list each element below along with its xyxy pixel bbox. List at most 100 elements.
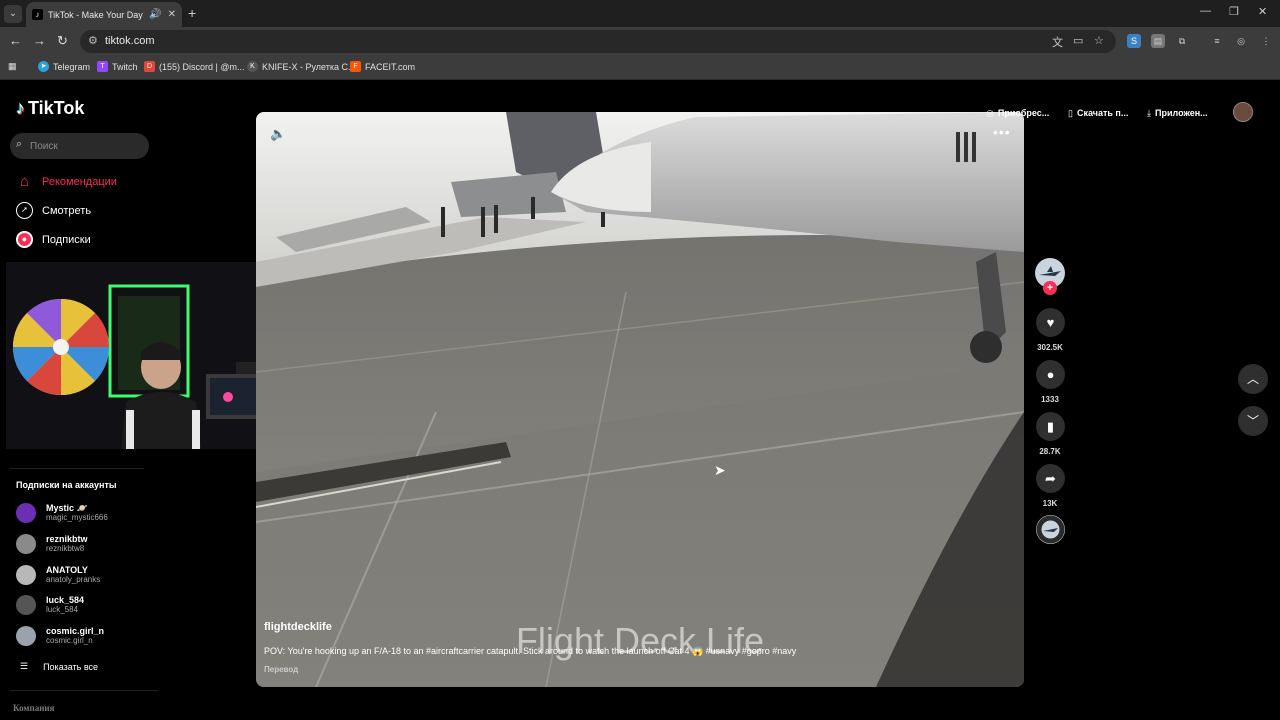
- twitch-icon: T: [97, 61, 108, 72]
- translate-button[interactable]: Перевод: [264, 665, 298, 674]
- bookmarks-bar: ▦ ➤ Telegram T Twitch D (155) Discord | @m.…: [0, 56, 1280, 80]
- account-item-anatoly[interactable]: ANATOLY anatoly_pranks: [16, 565, 100, 585]
- more-options-icon[interactable]: •••: [993, 124, 1011, 140]
- extension-s-icon[interactable]: S: [1127, 34, 1141, 48]
- reload-icon[interactable]: ↻: [57, 33, 68, 49]
- account-item-luck584[interactable]: luck_584 luck_584: [16, 595, 84, 615]
- account-handle: anatoly_pranks: [46, 575, 101, 584]
- browser-tab[interactable]: ♪ TikTok - Make Your Day 🔊 ✕: [26, 2, 182, 27]
- share-count: 13K: [1042, 499, 1058, 508]
- previous-video-button[interactable]: ︿: [1238, 364, 1268, 394]
- avatar: [16, 565, 36, 585]
- heart-icon: ♥: [1046, 315, 1055, 330]
- follow-plus-icon[interactable]: +: [1043, 281, 1057, 295]
- bookmark-faceit[interactable]: F FACEIT.com: [350, 61, 415, 72]
- mouse-cursor-icon: ➤: [714, 462, 726, 478]
- account-name: reznikbtw: [46, 534, 88, 544]
- site-info-icon[interactable]: ⚙: [88, 34, 98, 47]
- profile-icon[interactable]: ◎: [1234, 34, 1248, 48]
- cast-icon[interactable]: ▭: [1073, 34, 1083, 47]
- video-frame: [256, 112, 1024, 687]
- video-author[interactable]: flightdecklife: [264, 621, 332, 633]
- nav-recommendations[interactable]: ⌂ Рекомендации: [16, 173, 117, 190]
- search-icon: ⌕: [16, 138, 23, 150]
- phone-icon: ▯: [1068, 107, 1073, 118]
- divider: [10, 690, 158, 691]
- home-icon: ⌂: [19, 173, 30, 190]
- translate-icon[interactable]: 文: [1052, 34, 1063, 50]
- menu-kebab-icon[interactable]: ⋮: [1259, 34, 1273, 48]
- bookmark-icon: ▮: [1046, 419, 1055, 434]
- comment-button[interactable]: ●: [1036, 360, 1065, 389]
- bookmark-twitch[interactable]: T Twitch: [97, 61, 138, 72]
- like-button[interactable]: ♥: [1036, 308, 1065, 337]
- comment-count: 1333: [1041, 395, 1059, 404]
- extension-box-icon[interactable]: ▤: [1151, 34, 1165, 48]
- close-window-icon[interactable]: ✕: [1258, 5, 1267, 18]
- save-button[interactable]: ▮: [1036, 412, 1065, 441]
- speaker-icon[interactable]: 🔊: [149, 9, 161, 20]
- apps-grid-icon[interactable]: ▦: [8, 61, 17, 72]
- share-arrow-icon: ➦: [1045, 471, 1056, 486]
- planet-badge-icon: 🪐: [76, 503, 88, 513]
- share-button[interactable]: ➦: [1036, 464, 1065, 493]
- bookmark-telegram[interactable]: ➤ Telegram: [38, 61, 90, 72]
- chevron-up-icon: ︿: [1246, 372, 1259, 386]
- save-count: 28.7K: [1039, 447, 1061, 456]
- close-tab-icon[interactable]: ✕: [168, 9, 176, 20]
- account-item-reznikbtw[interactable]: reznikbtw reznikbtw8: [16, 534, 88, 554]
- avatar: [16, 503, 36, 523]
- video-player[interactable]: [256, 112, 1024, 687]
- minimize-icon[interactable]: —: [1200, 5, 1211, 17]
- forward-icon[interactable]: →: [33, 33, 46, 48]
- knife-x-icon: K: [247, 61, 258, 72]
- video-description: POV: You're hooking up an F/A-18 to an #…: [264, 646, 797, 656]
- app-button[interactable]: ⤓ Приложен...: [1147, 102, 1208, 124]
- tiktok-note-icon: ♪: [16, 98, 25, 118]
- browser-toolbar: ← → ↻ ⚙ tiktok.com 文 ▭ ☆ S ▤ ⧉ ≡ ◎ ⋮: [0, 27, 1280, 56]
- avatar: [16, 595, 36, 615]
- telegram-icon: ➤: [38, 61, 49, 72]
- account-item-mystic[interactable]: Mystic 🪐 magic_mystic666: [16, 503, 108, 523]
- search-box[interactable]: ⌕: [10, 133, 149, 159]
- divider: [10, 468, 144, 469]
- account-name: Mystic: [46, 503, 75, 513]
- bookmark-knife-x[interactable]: K KNIFE-X - Рулетка С...: [247, 61, 356, 72]
- search-input[interactable]: [30, 137, 140, 155]
- address-bar[interactable]: ⚙ tiktok.com 文 ▭ ☆: [80, 30, 1116, 53]
- restore-icon[interactable]: ❐: [1229, 5, 1239, 18]
- account-name: cosmic.girl_n: [46, 626, 105, 636]
- bookmark-star-icon[interactable]: ☆: [1094, 34, 1104, 47]
- reading-list-icon[interactable]: ≡: [1210, 34, 1224, 48]
- tab-search-icon[interactable]: ⌄: [4, 5, 22, 23]
- company-link[interactable]: Компания: [13, 703, 54, 713]
- nav-following[interactable]: ● Подписки: [16, 231, 91, 248]
- sound-disc-icon: [1036, 515, 1065, 544]
- compass-icon: ➚: [16, 202, 33, 219]
- tiktok-page: ♪ TikTok ⌕ ⌂ Рекомендации ➚ Смотреть ● П…: [0, 80, 1280, 720]
- music-disc[interactable]: [1036, 515, 1065, 544]
- discord-icon: D: [144, 61, 155, 72]
- comment-icon: ●: [1046, 367, 1055, 382]
- nav-explore[interactable]: ➚ Смотреть: [16, 202, 91, 219]
- chevron-down-icon: ﹀: [1246, 414, 1259, 428]
- back-icon[interactable]: ←: [9, 33, 22, 48]
- buy-coins-button[interactable]: ◎ Приобрес...: [986, 102, 1049, 124]
- show-all-button[interactable]: ☰ Показать все: [20, 661, 98, 672]
- account-handle: reznikbtw8: [46, 544, 85, 553]
- following-icon: ●: [16, 231, 33, 248]
- mute-icon[interactable]: 🔈: [270, 126, 286, 142]
- download-icon: ⤓: [1147, 107, 1151, 118]
- avatar: [16, 534, 36, 554]
- account-item-cosmic-girl[interactable]: cosmic.girl_n cosmic.girl_n: [16, 626, 104, 646]
- tiktok-logo[interactable]: ♪ TikTok: [16, 98, 84, 119]
- account-handle: cosmic.girl_n: [46, 636, 93, 645]
- user-avatar[interactable]: [1233, 102, 1253, 122]
- following-accounts-title: Подписки на аккаунты: [16, 480, 117, 490]
- browser-tab-strip: ⌄ ♪ TikTok - Make Your Day 🔊 ✕ + — ❐ ✕: [0, 0, 1280, 27]
- new-tab-icon[interactable]: +: [188, 5, 196, 21]
- next-video-button[interactable]: ﹀: [1238, 406, 1268, 436]
- download-pc-button[interactable]: ▯ Скачать п...: [1068, 102, 1128, 124]
- bookmark-discord[interactable]: D (155) Discord | @m...: [144, 61, 245, 72]
- extensions-puzzle-icon[interactable]: ⧉: [1175, 34, 1189, 48]
